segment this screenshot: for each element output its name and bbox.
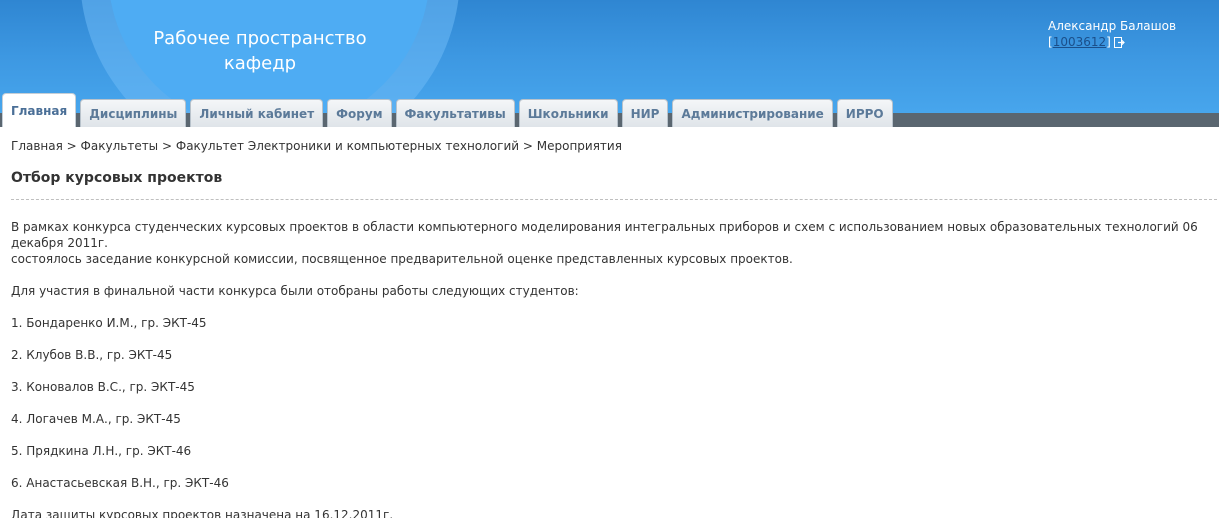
breadcrumb-separator: >: [522, 139, 537, 153]
tab-research[interactable]: НИР: [621, 99, 669, 127]
breadcrumb-home[interactable]: Главная: [11, 139, 63, 153]
breadcrumb-separator: >: [66, 139, 81, 153]
tab-home[interactable]: Главная: [2, 93, 77, 127]
page: Рабочее пространство кафедр Александр Ба…: [0, 0, 1219, 518]
intro-line-1: В рамках конкурса студенческих курсовых …: [11, 220, 1198, 250]
user-id-line: [ 1003612 ]: [1048, 34, 1176, 50]
site-title-line2: кафедр: [223, 53, 297, 74]
student-item: 5. Прядкина Л.Н., гр. ЭКТ-46: [11, 444, 192, 458]
site-title-line1: Рабочее пространство: [153, 28, 367, 49]
student-item: 4. Логачев М.А., гр. ЭКТ-45: [11, 412, 181, 426]
student-item: 6. Анастасьевская В.Н., гр. ЭКТ-46: [11, 476, 229, 490]
student-item: 3. Коновалов В.С., гр. ЭКТ-45: [11, 380, 195, 394]
page-title: Отбор курсовых проектов: [11, 170, 223, 186]
user-id-link[interactable]: 1003612: [1053, 34, 1106, 50]
main-content: Главная > Факультеты > Факультет Электро…: [11, 127, 1217, 518]
logout-icon[interactable]: [1113, 36, 1125, 48]
breadcrumb-events[interactable]: Мероприятия: [537, 139, 622, 153]
breadcrumb: Главная > Факультеты > Факультет Электро…: [11, 138, 1211, 154]
tab-electives[interactable]: Факультативы: [395, 99, 515, 127]
breadcrumb-faculty-ekt[interactable]: Факультет Электроники и компьютерных тех…: [176, 139, 519, 153]
tab-forum[interactable]: Форум: [327, 99, 392, 127]
user-name: Александр Балашов: [1048, 19, 1177, 33]
tab-disciplines[interactable]: Дисциплины: [80, 99, 187, 127]
defense-date-paragraph: Дата защиты курсовых проектов назначена …: [11, 508, 394, 518]
tab-irro[interactable]: ИРРО: [836, 99, 893, 127]
site-title[interactable]: Рабочее пространство кафедр: [130, 26, 390, 76]
user-box: Александр Балашов [ 1003612 ]: [1048, 18, 1176, 50]
lead-paragraph: Для участия в финальной части конкурса б…: [11, 284, 579, 298]
main-tabs: Главная Дисциплины Личный кабинет Форум …: [2, 93, 897, 127]
breadcrumb-faculties[interactable]: Факультеты: [81, 139, 159, 153]
intro-line-2: состоялось заседание конкурсной комиссии…: [11, 252, 793, 266]
student-item: 1. Бондаренко И.М., гр. ЭКТ-45: [11, 316, 207, 330]
title-divider: [11, 199, 1217, 200]
student-item: 2. Клубов В.В., гр. ЭКТ-45: [11, 348, 173, 362]
tab-administration[interactable]: Администрирование: [672, 99, 833, 127]
bracket-close: ]: [1106, 35, 1111, 49]
tab-personal-account[interactable]: Личный кабинет: [190, 99, 324, 127]
breadcrumb-separator: >: [162, 139, 176, 153]
tab-schoolchildren[interactable]: Школьники: [518, 99, 618, 127]
